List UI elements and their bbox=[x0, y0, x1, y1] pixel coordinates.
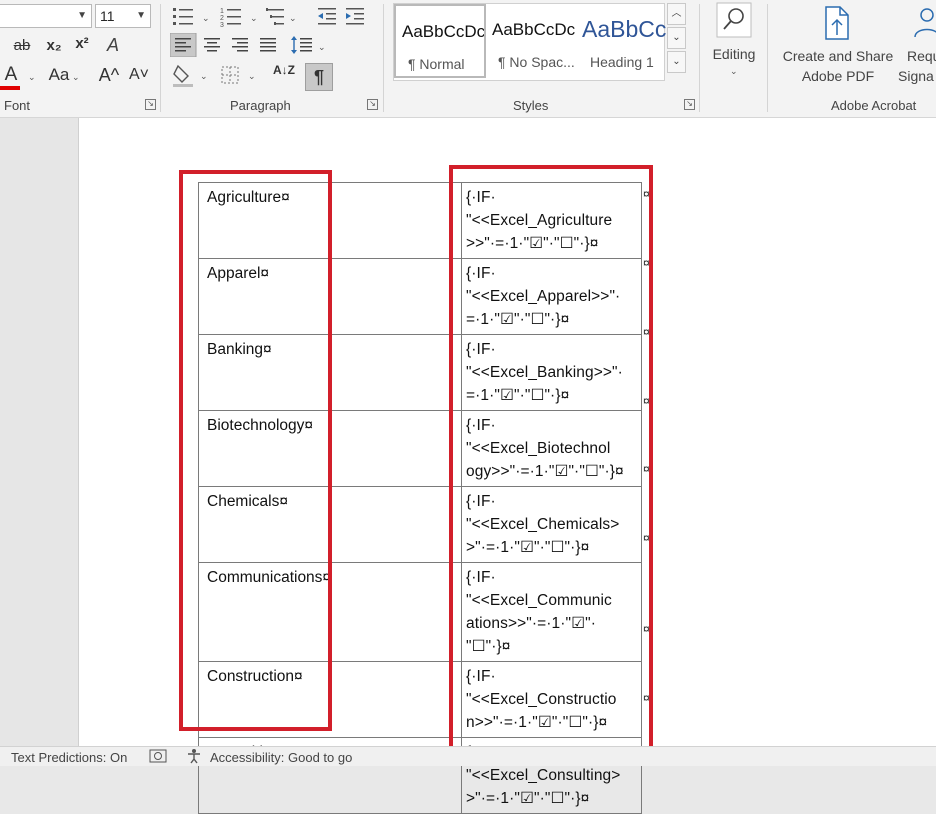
font-size-combo[interactable]: 11 ▼ bbox=[95, 4, 151, 28]
decrease-indent-icon[interactable] bbox=[318, 8, 336, 25]
highlight-field-code-column bbox=[449, 165, 653, 753]
style-name: ¶ No Spac... bbox=[498, 54, 575, 70]
numbering-icon[interactable]: 1 2 3 bbox=[220, 8, 241, 28]
svg-text:⌄: ⌄ bbox=[200, 71, 208, 81]
group-divider bbox=[767, 4, 768, 112]
clear-formatting-button[interactable]: A bbox=[101, 34, 125, 56]
person-sign-icon bbox=[914, 8, 936, 38]
svg-text:⌄: ⌄ bbox=[250, 13, 258, 23]
pilcrow-icon: ¶ bbox=[313, 67, 324, 87]
svg-text:⌄: ⌄ bbox=[318, 42, 326, 52]
style-heading-1[interactable]: AaBbCc Heading 1 bbox=[578, 4, 670, 78]
accessibility-icon[interactable] bbox=[186, 748, 202, 767]
styles-group-label: Styles bbox=[513, 98, 549, 113]
shading-icon[interactable] bbox=[173, 64, 193, 87]
font-size-value: 11 bbox=[100, 8, 115, 24]
align-center-icon[interactable] bbox=[204, 38, 220, 52]
adobe-acrobat-group-label: Adobe Acrobat bbox=[831, 98, 917, 113]
group-divider bbox=[699, 4, 700, 112]
field-code-line: >"·=·1·"☑"·"☐"·}¤ bbox=[466, 790, 590, 807]
superscript-button[interactable]: x² bbox=[72, 33, 92, 55]
strikethrough-button[interactable]: ab bbox=[10, 35, 34, 57]
style-preview: AaBbCcDc bbox=[492, 20, 576, 39]
field-code-line: "<<Excel_Consulting> bbox=[466, 767, 621, 784]
style-preview: AaBbCcDc bbox=[402, 22, 486, 41]
find-search-icon bbox=[716, 2, 752, 38]
group-divider bbox=[160, 4, 161, 112]
list-buttons-row: ⌄ 1 2 3 ⌄ ⌄ bbox=[173, 8, 364, 28]
shrink-font-button[interactable]: A˅ bbox=[127, 64, 151, 86]
svg-text:3: 3 bbox=[220, 22, 224, 28]
subscript-button[interactable]: x₂ bbox=[44, 35, 64, 57]
gallery-more-icon[interactable]: ⌄ bbox=[667, 51, 686, 73]
editing-label: Editing bbox=[712, 46, 756, 62]
styles-dialog-launcher-icon[interactable]: ↘ bbox=[684, 99, 695, 110]
svg-text:⌄: ⌄ bbox=[289, 13, 297, 23]
group-divider bbox=[383, 4, 384, 112]
font-color-bar bbox=[0, 86, 20, 90]
chevron-down-icon: ▼ bbox=[77, 10, 87, 21]
font-name-combo[interactable]: ▼ bbox=[0, 4, 92, 28]
paragraph-group-label: Paragraph bbox=[230, 98, 291, 113]
style-name: ¶ Normal bbox=[408, 56, 465, 72]
chevron-down-icon: ▼ bbox=[136, 10, 146, 21]
create-share-label: Create and Share bbox=[782, 48, 894, 64]
justify-icon[interactable] bbox=[260, 38, 276, 52]
adobe-pdf-label: Adobe PDF bbox=[801, 68, 875, 84]
pdf-share-icon bbox=[825, 6, 849, 40]
sort-button[interactable]: A↓Z bbox=[272, 64, 296, 86]
increase-indent-icon[interactable] bbox=[346, 8, 364, 25]
style-preview: AaBbCc bbox=[582, 16, 667, 42]
alignment-buttons-row: ⌄ bbox=[170, 33, 326, 57]
macro-record-icon[interactable] bbox=[149, 749, 167, 766]
paragraph-dialog-launcher-icon[interactable]: ↘ bbox=[367, 99, 378, 110]
style-normal[interactable]: AaBbCcDc ¶ Normal bbox=[394, 4, 486, 78]
ribbon: ▼ 11 ▼ ab x₂ x² A A ⌄ Aa ⌄ A^ A˅ Font ↘ ⌄… bbox=[0, 0, 936, 118]
grow-font-button[interactable]: A^ bbox=[97, 64, 121, 86]
change-case-button[interactable]: Aa bbox=[46, 64, 72, 86]
show-hide-formatting-button[interactable]: ¶ bbox=[305, 63, 333, 91]
highlight-sector-column bbox=[179, 170, 332, 731]
text-predictions-status[interactable]: Text Predictions: On bbox=[11, 750, 127, 765]
accessibility-status[interactable]: Accessibility: Good to go bbox=[210, 750, 352, 765]
gallery-scroll-down-icon[interactable]: ⌄ bbox=[667, 27, 686, 49]
clear-formatting-icon: A bbox=[106, 35, 119, 55]
chevron-down-icon[interactable]: ⌄ bbox=[72, 72, 80, 83]
gallery-scroll-up-icon[interactable]: ︿ bbox=[667, 3, 686, 25]
line-spacing-icon[interactable] bbox=[291, 36, 312, 54]
style-name: Heading 1 bbox=[590, 54, 654, 70]
chevron-down-icon[interactable]: ⌄ bbox=[28, 72, 36, 83]
font-color-icon: A bbox=[4, 64, 18, 85]
font-dialog-launcher-icon[interactable]: ↘ bbox=[145, 99, 156, 110]
align-left-button[interactable] bbox=[170, 33, 197, 57]
font-color-button[interactable]: A bbox=[2, 64, 20, 86]
bullets-icon[interactable] bbox=[173, 8, 193, 25]
svg-text:1: 1 bbox=[220, 8, 224, 15]
signatures-label: Signa bbox=[898, 68, 934, 84]
svg-text:2: 2 bbox=[220, 15, 224, 22]
editing-button[interactable]: Editing ⌄ bbox=[706, 0, 762, 90]
chevron-down-icon: ⌄ bbox=[730, 66, 738, 76]
multilevel-list-icon[interactable] bbox=[266, 8, 284, 25]
styles-gallery: AaBbCcDc ¶ Normal AaBbCcDc ¶ No Spac... … bbox=[393, 3, 666, 81]
request-signatures-button[interactable]: Requ Signa bbox=[898, 0, 936, 92]
svg-text:⌄: ⌄ bbox=[202, 13, 210, 23]
sort-icon: A↓Z bbox=[273, 63, 295, 77]
style-no-spacing[interactable]: AaBbCcDc ¶ No Spac... bbox=[486, 4, 578, 78]
font-group-label: Font bbox=[4, 98, 31, 113]
svg-text:⌄: ⌄ bbox=[248, 71, 256, 81]
status-bar: Text Predictions: On Accessibility: Good… bbox=[0, 746, 936, 766]
request-label: Requ bbox=[907, 48, 936, 64]
create-share-adobe-pdf-button[interactable]: Create and Share Adobe PDF bbox=[776, 0, 900, 92]
borders-icon[interactable] bbox=[221, 66, 239, 84]
align-right-icon[interactable] bbox=[232, 38, 248, 52]
